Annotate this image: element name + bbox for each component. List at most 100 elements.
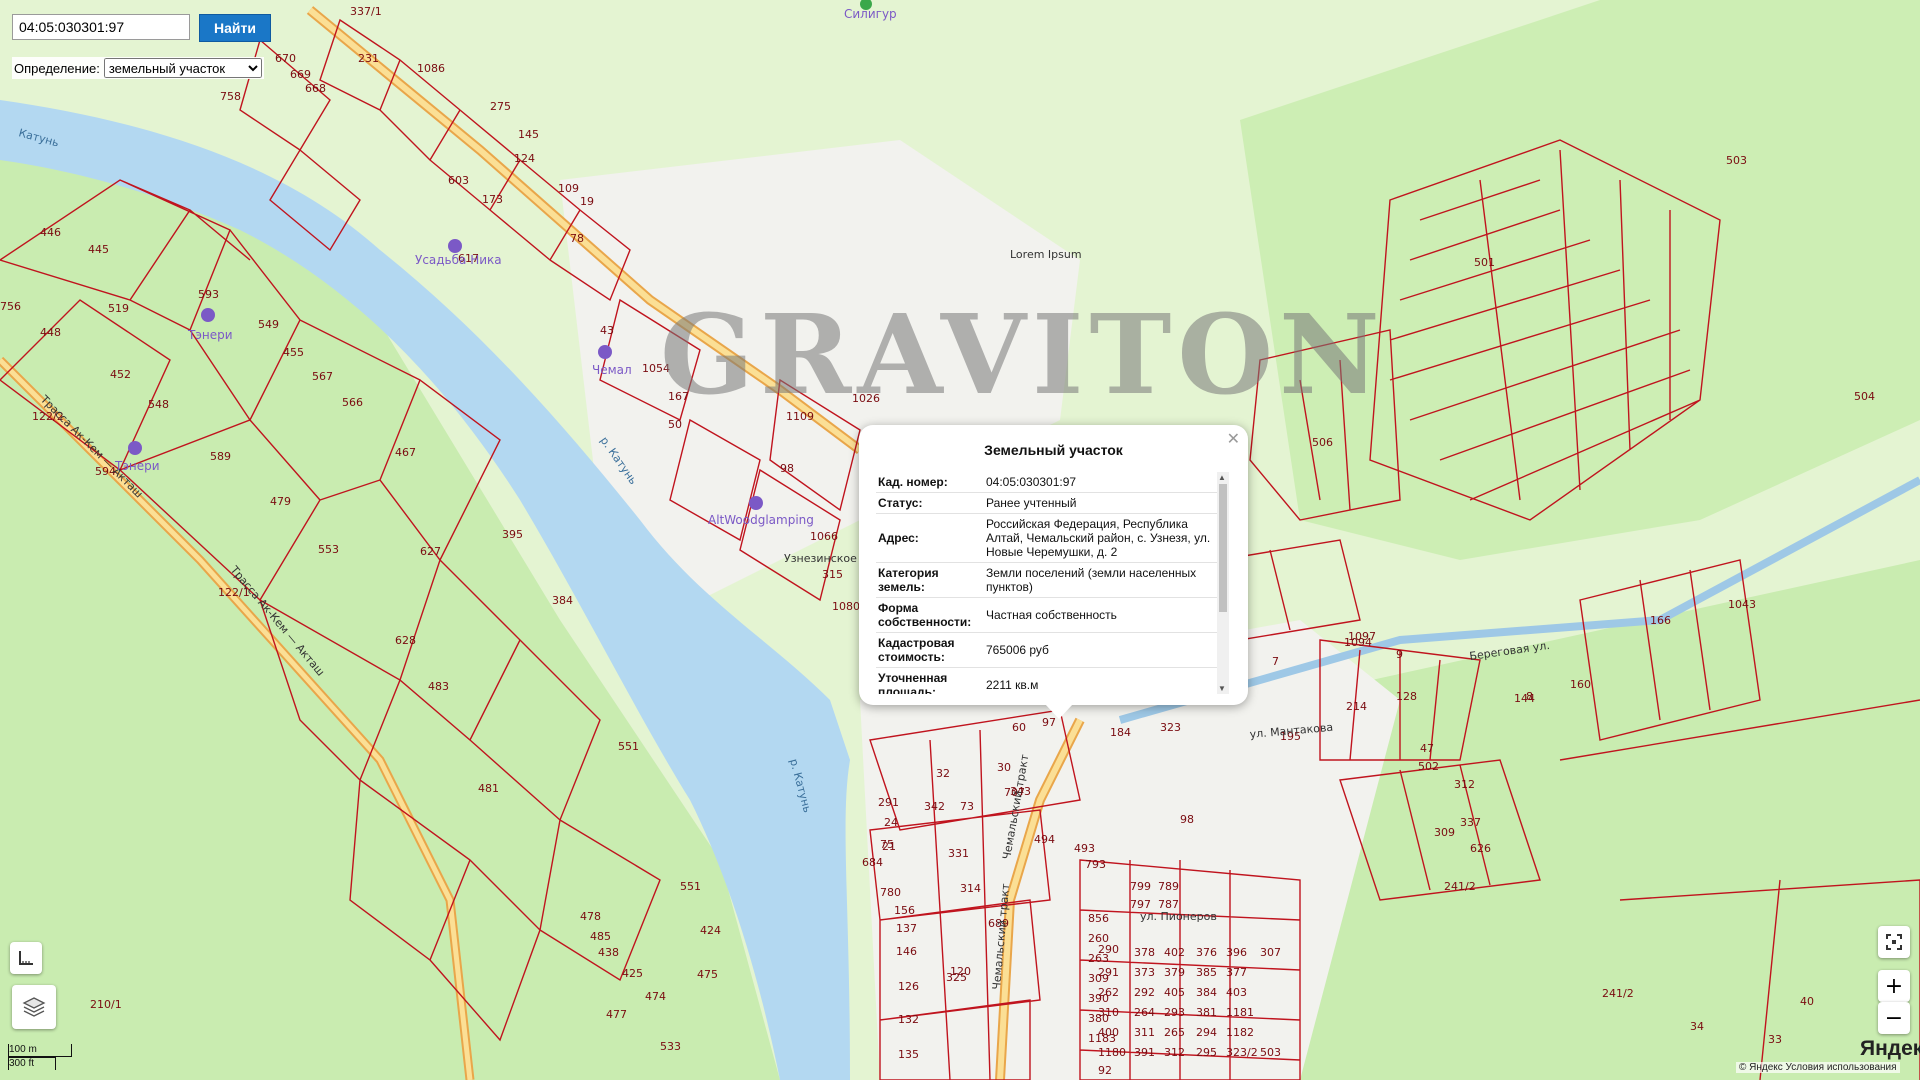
layers-button[interactable] — [12, 985, 56, 1029]
plot-label: 73 — [960, 800, 974, 813]
plot-label: 40 — [1800, 995, 1814, 1008]
plot-label: 553 — [318, 543, 339, 556]
plus-icon: + — [1884, 973, 1904, 999]
plot-label: 325 — [946, 971, 967, 984]
plot-label: 98 — [1180, 813, 1194, 826]
table-row: Адрес: Российская Федерация, Республика А… — [876, 513, 1220, 563]
plot-label: 551 — [680, 880, 701, 893]
plot-label: 373 — [1134, 966, 1155, 979]
plot-label: 1181 — [1226, 1006, 1254, 1019]
plot-label: 455 — [283, 346, 304, 359]
cadastral-search-input[interactable] — [12, 14, 190, 40]
plot-label: 756 — [0, 300, 21, 313]
plot-label: 396 — [1226, 946, 1247, 959]
plot-label: 50 — [668, 418, 682, 431]
plot-label: 1109 — [786, 410, 814, 423]
plot-label: 548 — [148, 398, 169, 411]
plot-label: 485 — [590, 930, 611, 943]
plot-label: 1080 — [832, 600, 860, 613]
plot-label: 144 — [1514, 692, 1535, 705]
plot-label: 292 — [1134, 986, 1155, 999]
zoom-in-button[interactable]: + — [1878, 970, 1910, 1002]
plot-label: 145 — [518, 128, 539, 141]
poi-label: Lorem Ipsum — [1010, 248, 1082, 261]
scroll-up-icon[interactable]: ▲ — [1218, 473, 1226, 482]
plot-label: 1182 — [1226, 1026, 1254, 1039]
ruler-icon — [19, 951, 33, 965]
row-value: Российская Федерация, Республика Алтай, … — [984, 513, 1220, 563]
plot-label: 173 — [482, 193, 503, 206]
hotel-icon — [448, 239, 462, 253]
plot-label: 856 — [1088, 912, 1109, 925]
plot-label: 446 — [40, 226, 61, 239]
plot-label: 390 — [1088, 992, 1109, 1005]
table-row: Категория земель: Земли поселений (земли … — [876, 562, 1220, 598]
plot-label: 309 — [1088, 972, 1109, 985]
plot-label: 377 — [1226, 966, 1247, 979]
plot-label: 483 — [428, 680, 449, 693]
plot-label: 405 — [1164, 986, 1185, 999]
ruler-button[interactable] — [10, 942, 42, 974]
plot-label: 241/2 — [1602, 987, 1634, 1000]
plot-label: 43 — [600, 324, 614, 337]
yandex-logo: Яндекс — [1860, 1037, 1920, 1060]
plot-label: 124 — [514, 152, 535, 165]
plot-label: 501 — [1474, 256, 1495, 269]
row-key: Адрес: — [876, 513, 984, 563]
zoom-out-button[interactable]: − — [1878, 1002, 1910, 1034]
plot-label: 60 — [1012, 721, 1026, 734]
plot-label: 1026 — [852, 392, 880, 405]
row-value: 04:05:030301:97 — [984, 472, 1220, 493]
plot-label: 156 — [894, 904, 915, 917]
plot-label: 98 — [780, 462, 794, 475]
plot-label: 506 — [1312, 436, 1333, 449]
plot-label: 160 — [1570, 678, 1591, 691]
table-row: Кад. номер: 04:05:030301:97 — [876, 472, 1220, 493]
plot-label: 378 — [1134, 946, 1155, 959]
scroll-down-icon[interactable]: ▼ — [1218, 684, 1226, 693]
row-key: Категория земель: — [876, 562, 984, 598]
plot-label: 7 — [1272, 655, 1279, 668]
plot-label: 314 — [960, 882, 981, 895]
poi-label: Тэнери — [114, 459, 160, 473]
plot-label: 231 — [358, 52, 379, 65]
plot-label: 9 — [1396, 648, 1403, 661]
plot-label: 75 — [880, 838, 894, 851]
plot-label: 34 — [1690, 1020, 1704, 1033]
plot-label: 92 — [1098, 1064, 1112, 1077]
definition-select[interactable]: земельный участок — [103, 58, 262, 78]
find-button[interactable]: Найти — [199, 14, 271, 42]
terms-of-use-link[interactable]: © Яндекс Условия использования — [1736, 1062, 1900, 1073]
popup-body[interactable]: Кад. номер: 04:05:030301:97 Статус: Ранее … — [876, 472, 1220, 694]
plot-label: 519 — [108, 302, 129, 315]
scale-bar: 100 m 300 ft — [8, 1044, 72, 1070]
plot-label: 312 — [1454, 778, 1475, 791]
definition-row: Определение: земельный участок — [12, 57, 264, 79]
popup-scrollbar[interactable]: ▲ ▼ — [1217, 472, 1229, 694]
row-key: Уточненная площадь: — [876, 667, 984, 694]
plot-label: 291 — [878, 796, 899, 809]
plot-label: 503 — [1726, 154, 1747, 167]
plot-label: 380 — [1088, 1012, 1109, 1025]
plot-label: 502 — [1418, 760, 1439, 773]
scroll-thumb[interactable] — [1219, 484, 1227, 612]
plot-label: 425 — [622, 967, 643, 980]
plot-label: 551 — [618, 740, 639, 753]
plot-label: 30 — [997, 761, 1011, 774]
table-row: Форма собственности: Частная собственност… — [876, 597, 1220, 633]
plot-label: 503 — [1260, 1046, 1281, 1059]
plot-label: 493 — [1074, 842, 1095, 855]
plot-label: 533 — [660, 1040, 681, 1053]
plot-label: 626 — [1470, 842, 1491, 855]
poi-label: Усадьба Ника — [415, 253, 502, 267]
fullscreen-button[interactable] — [1878, 926, 1910, 958]
plot-label: 567 — [312, 370, 333, 383]
plot-label: 342 — [924, 800, 945, 813]
plot-label: 331 — [948, 847, 969, 860]
plot-label: 379 — [1164, 966, 1185, 979]
plot-label: 589 — [210, 450, 231, 463]
plot-label: 315 — [822, 568, 843, 581]
row-key: Кадастровая стоимость: — [876, 632, 984, 668]
plot-label: 337/1 — [350, 5, 382, 18]
poi-label: AltWoodglamping — [708, 513, 814, 527]
